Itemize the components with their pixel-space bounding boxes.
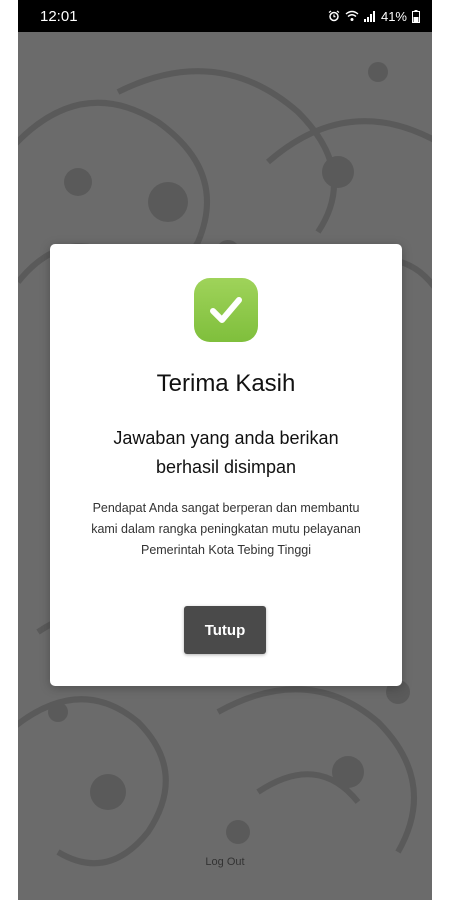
close-button[interactable]: Tutup — [184, 606, 266, 654]
wifi-icon — [345, 10, 359, 22]
status-bar: 12:01 41% — [18, 0, 432, 32]
status-time: 12:01 — [40, 7, 78, 25]
status-icons: 41% — [328, 9, 420, 24]
check-icon — [194, 278, 258, 342]
dialog-subtitle: Jawaban yang anda berikan berhasil disim… — [113, 428, 339, 477]
success-dialog: Terima Kasih Jawaban yang anda berikan b… — [50, 244, 402, 686]
app-screen: 12:01 41% Terima Kasih Jawaban yang anda… — [18, 0, 432, 900]
dialog-message: Pendapat Anda sangat berperan dan memban… — [91, 501, 361, 557]
dialog-title: Terima Kasih — [156, 370, 296, 397]
battery-icon — [412, 9, 420, 23]
logout-link[interactable]: Log Out — [18, 856, 432, 868]
battery-text: 41% — [380, 8, 407, 24]
alarm-icon — [328, 10, 340, 22]
signal-icon — [363, 10, 376, 22]
